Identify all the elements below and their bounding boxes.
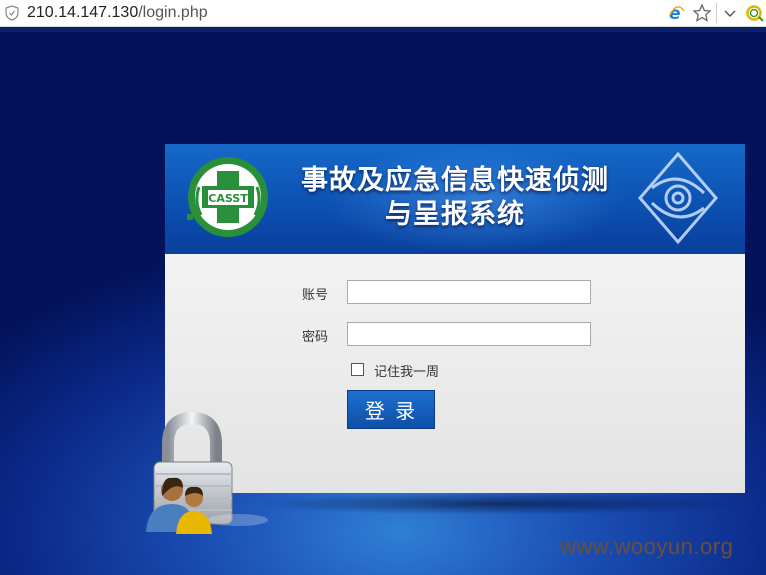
remember-label: 记住我一周 <box>374 364 440 379</box>
system-title-line1: 事故及应急信息快速侦测 <box>301 165 609 196</box>
toolbar-divider <box>716 3 717 23</box>
ie-icon[interactable]: e <box>668 3 686 23</box>
account-input[interactable] <box>347 280 591 304</box>
swirl-emblem-icon <box>638 151 718 245</box>
system-banner: CASST 事故及应急信息快速侦测 与呈报系统 <box>165 144 745 254</box>
remember-checkbox[interactable] <box>351 363 364 376</box>
system-title: 事故及应急信息快速侦测 与呈报系统 <box>285 164 625 232</box>
account-label: 账号 <box>302 287 329 302</box>
shield-icon[interactable] <box>5 5 19 21</box>
watermark-text: www.wooyun.org <box>560 534 734 559</box>
password-label: 密码 <box>302 329 329 344</box>
login-button[interactable]: 登 录 <box>347 390 435 429</box>
svg-text:CASST: CASST <box>208 192 248 205</box>
password-input[interactable] <box>347 322 591 346</box>
casst-logo: CASST <box>187 157 268 237</box>
url-host: 210.14.147.130 <box>27 4 139 21</box>
url-path: /login.php <box>138 4 208 21</box>
star-icon[interactable] <box>692 2 712 24</box>
browser-address-bar: 210.14.147.130/login.php e <box>0 0 766 27</box>
chevron-down-icon[interactable] <box>720 3 740 23</box>
panel-shadow <box>250 493 745 515</box>
url-text[interactable]: 210.14.147.130/login.php <box>27 4 208 22</box>
extension-icon[interactable] <box>744 3 766 23</box>
system-title-line2: 与呈报系统 <box>385 199 525 230</box>
padlock-users-icon <box>146 412 268 534</box>
